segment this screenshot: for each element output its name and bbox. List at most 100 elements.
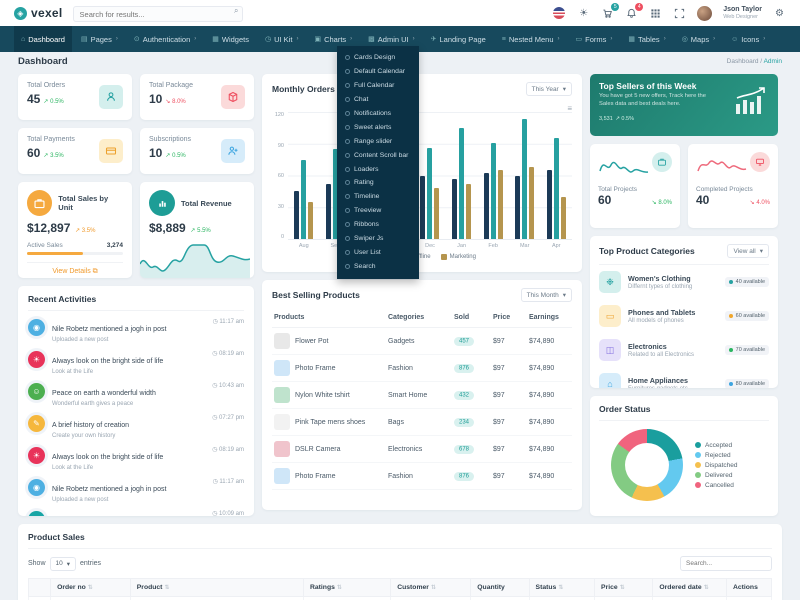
user-name: Json Taylor (723, 6, 762, 14)
theme-sun-icon[interactable]: ☀ (577, 7, 590, 20)
dropdown-item-default-calendar[interactable]: Default Calendar (337, 65, 419, 79)
nav-item-icons[interactable]: ☺Icons› (724, 26, 772, 52)
dropdown-item-ribbons[interactable]: Ribbons (337, 218, 419, 232)
category: Fashion (386, 355, 452, 382)
nav-item-ui-kit[interactable]: ◷UI Kit› (258, 26, 305, 52)
chevron-right-icon: › (413, 36, 415, 42)
dropdown-item-chat[interactable]: Chat (337, 93, 419, 107)
chevron-right-icon: › (296, 36, 298, 42)
monthly-orders-card: Monthly Orders Analytics This Year▾ ≡ 12… (262, 74, 582, 272)
order-no: #1537890 (51, 597, 131, 600)
activity-time: ◷ 08:19 am (212, 446, 244, 471)
dropdown-item-cards-design[interactable]: Cards Design (337, 51, 419, 65)
language-flag-icon[interactable] (553, 7, 566, 20)
dropdown-item-swiper-js[interactable]: Swiper Js (337, 232, 419, 246)
categories-title: Top Product Categories (599, 246, 695, 256)
availability-badge: 80 available (725, 379, 769, 388)
nav-item-forms[interactable]: ▭Forms› (569, 26, 620, 52)
dropdown-item-content-scroll-bar[interactable]: Content Scroll bar (337, 148, 419, 162)
product-thumbnail (274, 441, 290, 457)
bar-online (420, 176, 425, 240)
dropdown-item-full-calendar[interactable]: Full Calendar (337, 79, 419, 93)
sold-badge: 457 (454, 337, 474, 346)
user-role: Web Designer (723, 14, 762, 20)
bar-offline (554, 138, 559, 239)
price: $97 (491, 409, 527, 436)
dropdown-item-user-list[interactable]: User List (337, 245, 419, 259)
dropdown-item-range-slider[interactable]: Range slider (337, 134, 419, 148)
revenue-sparkline (140, 230, 250, 278)
nav-item-pages[interactable]: ▤Pages› (74, 26, 125, 52)
nav-item-widgets[interactable]: ▦Widgets (205, 26, 256, 52)
nav-item-authentication[interactable]: ⊙Authentication› (127, 26, 203, 52)
monthly-orders-plot (288, 112, 572, 240)
chevron-right-icon: › (558, 36, 560, 42)
apps-grid-icon[interactable] (649, 7, 662, 20)
best-selling-row: Flower Pot Gadgets457 $97$74,890 (272, 328, 572, 355)
briefcase-icon (27, 190, 52, 216)
product-thumbnail (274, 387, 290, 403)
best-selling-period-select[interactable]: This Month▾ (521, 288, 572, 302)
view-details-link[interactable]: View Details ⧉ (27, 262, 123, 276)
bar-online (452, 179, 457, 239)
best-selling-row: DSLR Camera Electronics678 $97$74,890 (272, 436, 572, 463)
category: Electronics (386, 436, 452, 463)
categories-view-all-select[interactable]: View all▾ (727, 244, 769, 258)
legend-item: Marketing (441, 254, 476, 260)
category-item[interactable]: ▭ Phones and TabletsAll models of phones… (599, 299, 769, 333)
top-sellers-value: 3,531 (599, 116, 613, 122)
breadcrumb-root[interactable]: Dashboard (727, 58, 759, 65)
dropdown-item-sweet-alerts[interactable]: Sweet alerts (337, 120, 419, 134)
chart-menu-icon[interactable]: ≡ (567, 104, 572, 113)
user-avatar[interactable] (697, 6, 712, 21)
top-product-categories-card: Top Product Categories View all▾ ❉ Women… (590, 236, 778, 388)
category: Smart Home (386, 382, 452, 409)
forms-icon: ▭ (576, 35, 583, 43)
category: Bags (386, 409, 452, 436)
chart-legend: OnlineOfflineMarketing (272, 254, 572, 260)
nav-item-nested-menu[interactable]: ≡Nested Menu› (495, 26, 567, 52)
cart-icon[interactable]: 5 (601, 7, 614, 20)
bar-offline (427, 148, 432, 239)
sort-icon: ⇅ (558, 585, 563, 591)
activity-item: ☀ Always look on the bright side of life… (28, 343, 244, 375)
dropdown-item-treeview[interactable]: Treeview (337, 204, 419, 218)
category-item[interactable]: ❉ Women's ClothingDiffernt types of clot… (599, 265, 769, 299)
dropdown-item-timeline[interactable]: Timeline (337, 190, 419, 204)
product-name: Nylon White tshirt (295, 392, 350, 399)
notifications-bell-icon[interactable]: 4 (625, 7, 638, 20)
settings-gear-icon[interactable]: ⚙ (773, 7, 786, 20)
nav-item-maps[interactable]: ◎Maps› (675, 26, 722, 52)
category-item[interactable]: ◫ ElectronicsRelated to all Electronics … (599, 333, 769, 367)
fullscreen-icon[interactable] (673, 7, 686, 20)
nav-item-tables[interactable]: ▦Tables› (621, 26, 672, 52)
admin-ui-icon: ▩ (368, 35, 375, 43)
sort-icon: ⇅ (431, 585, 436, 591)
best-selling-row: Nylon White tshirt Smart Home432 $97$74,… (272, 382, 572, 409)
sold-badge: 234 (454, 418, 474, 427)
dropdown-item-search[interactable]: Search (337, 259, 419, 273)
dropdown-item-rating[interactable]: Rating (337, 176, 419, 190)
chart-period-select[interactable]: This Year▾ (526, 82, 572, 96)
search-input[interactable] (73, 6, 243, 22)
sort-icon: ⇅ (337, 585, 342, 591)
bar-group (452, 112, 471, 239)
logo-icon: ◈ (14, 7, 27, 20)
dropdown-item-notifications[interactable]: Notifications (337, 107, 419, 121)
table-search-input[interactable] (680, 556, 772, 571)
user-info[interactable]: Json Taylor Web Designer (723, 6, 762, 20)
trend-down-icon: ↘ (165, 99, 170, 105)
activity-icon: ☺ (28, 383, 45, 400)
dropdown-item-loaders[interactable]: Loaders (337, 162, 419, 176)
widgets-icon: ▦ (212, 35, 219, 43)
authentication-icon: ⊙ (134, 35, 140, 43)
nav-item-landing-page[interactable]: ✈Landing Page (424, 26, 493, 52)
bar-group (420, 112, 439, 239)
chevron-right-icon: › (350, 36, 352, 42)
nav-item-dashboard[interactable]: ⌂Dashboard (14, 26, 72, 52)
entries-select[interactable]: 10▾ (50, 557, 77, 571)
y-axis-ticks: 1209060300 (272, 112, 288, 240)
app-logo[interactable]: ◈ vexel (14, 6, 63, 20)
category-item[interactable]: ⌂ Home AppliancesFurnitures,gadgets etc.… (599, 367, 769, 388)
bar-group (294, 112, 313, 239)
